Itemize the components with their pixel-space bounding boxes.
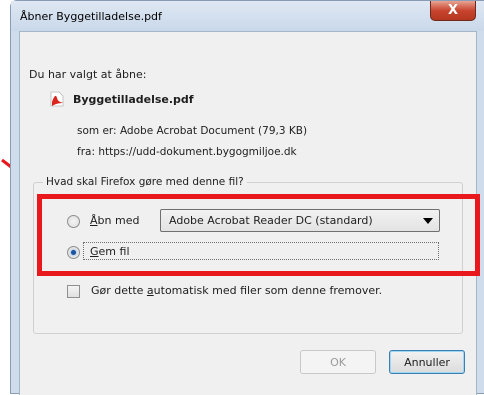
cancel-button-label: Annuller (404, 355, 450, 369)
ok-button[interactable]: OK (300, 350, 376, 374)
close-button[interactable]: X (430, 1, 476, 21)
file-type-value: Adobe Acrobat Document (79,3 KB) (119, 125, 308, 137)
file-name: Byggetilladelse.pdf (73, 93, 194, 106)
pdf-file-icon (50, 91, 64, 107)
auto-action-text-before: Gør dette (91, 284, 147, 297)
file-source-label: fra: (77, 146, 95, 158)
auto-action-text-after: utomatisk med filer som denne fremover. (153, 284, 383, 297)
close-icon: X (447, 3, 459, 18)
intro-text: Du har valgt at åbne: (29, 68, 147, 81)
window-title: Åbner Byggetilladelse.pdf (20, 10, 162, 23)
cancel-button[interactable]: Annuller (389, 350, 465, 374)
file-type-label: som er: (77, 125, 117, 137)
file-source-row: fra: https://udd-dokument.bygogmiljoe.dk (77, 146, 297, 158)
auto-action-accel: a (146, 284, 154, 297)
auto-action-label[interactable]: Gør dette automatisk med filer som denne… (91, 284, 382, 297)
action-question: Hvad skal Firefox gøre med denne fil? (43, 176, 247, 188)
ok-button-label: OK (330, 355, 346, 369)
annotation-highlight-box (37, 194, 480, 276)
file-source-value: https://udd-dokument.bygogmiljoe.dk (98, 146, 297, 158)
auto-action-checkbox[interactable] (67, 285, 80, 298)
file-type-row: som er: Adobe Acrobat Document (79,3 KB) (77, 125, 307, 137)
title-bar: Åbner Byggetilladelse.pdf X (11, 1, 484, 31)
